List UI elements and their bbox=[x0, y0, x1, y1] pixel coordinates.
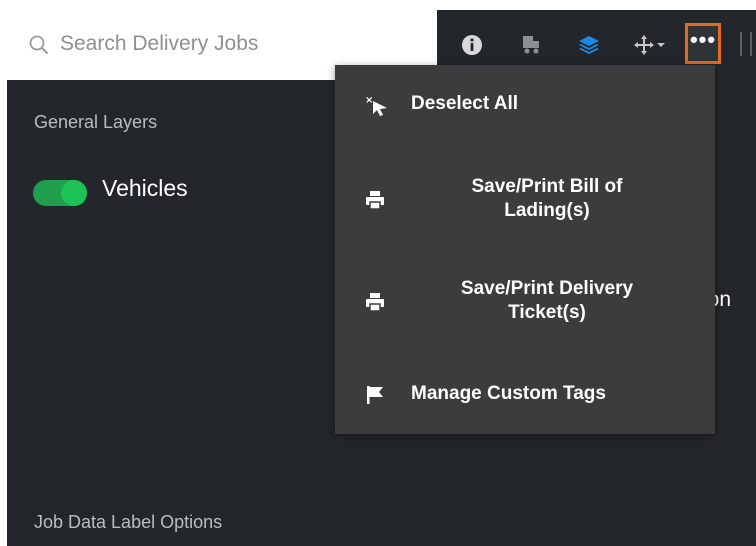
vehicles-toggle[interactable] bbox=[33, 180, 87, 206]
menu-item-manage-custom-tags[interactable]: Manage Custom Tags bbox=[335, 383, 715, 413]
more-options-button[interactable]: ••• bbox=[685, 23, 721, 64]
info-icon[interactable] bbox=[461, 34, 483, 56]
job-data-label-options-heading: Job Data Label Options bbox=[34, 512, 223, 532]
toggle-knob bbox=[61, 180, 87, 206]
move-icon[interactable] bbox=[633, 34, 667, 56]
more-icon: ••• bbox=[689, 26, 717, 52]
menu-item-label: Save/Print Bill of Lading(s) bbox=[471, 176, 623, 221]
search-input[interactable]: Search Delivery Jobs bbox=[60, 32, 258, 56]
menu-item-deselect-all[interactable]: × Deselect All bbox=[335, 93, 715, 123]
deselect-cursor-icon: × bbox=[365, 95, 391, 123]
general-layers-heading: General Layers bbox=[34, 112, 158, 132]
layers-panel: General Layers Vehicles Job Data Label O… bbox=[7, 80, 337, 546]
printer-icon bbox=[365, 190, 385, 216]
layers-icon[interactable] bbox=[578, 34, 600, 56]
menu-item-delivery-ticket[interactable]: Save/Print Delivery Ticket(s) bbox=[335, 277, 715, 329]
printer-icon bbox=[365, 292, 385, 318]
more-options-menu: × Deselect All Save/Print Bill of Lading… bbox=[335, 65, 715, 434]
app-window: Search Delivery Jobs ••• General Layers … bbox=[7, 10, 756, 546]
vehicles-label: Vehicles bbox=[102, 175, 188, 201]
toolbar-divider bbox=[740, 32, 742, 56]
menu-item-bill-of-lading[interactable]: Save/Print Bill of Lading(s) bbox=[335, 175, 715, 227]
menu-item-label: Deselect All bbox=[411, 93, 519, 114]
search-icon bbox=[29, 35, 49, 55]
flag-icon bbox=[365, 385, 385, 411]
toolbar-divider bbox=[750, 32, 752, 56]
truck-icon[interactable] bbox=[520, 34, 542, 56]
svg-text:×: × bbox=[365, 95, 373, 106]
menu-item-label: Save/Print Delivery Ticket(s) bbox=[460, 278, 634, 323]
menu-item-label: Manage Custom Tags bbox=[411, 383, 606, 404]
